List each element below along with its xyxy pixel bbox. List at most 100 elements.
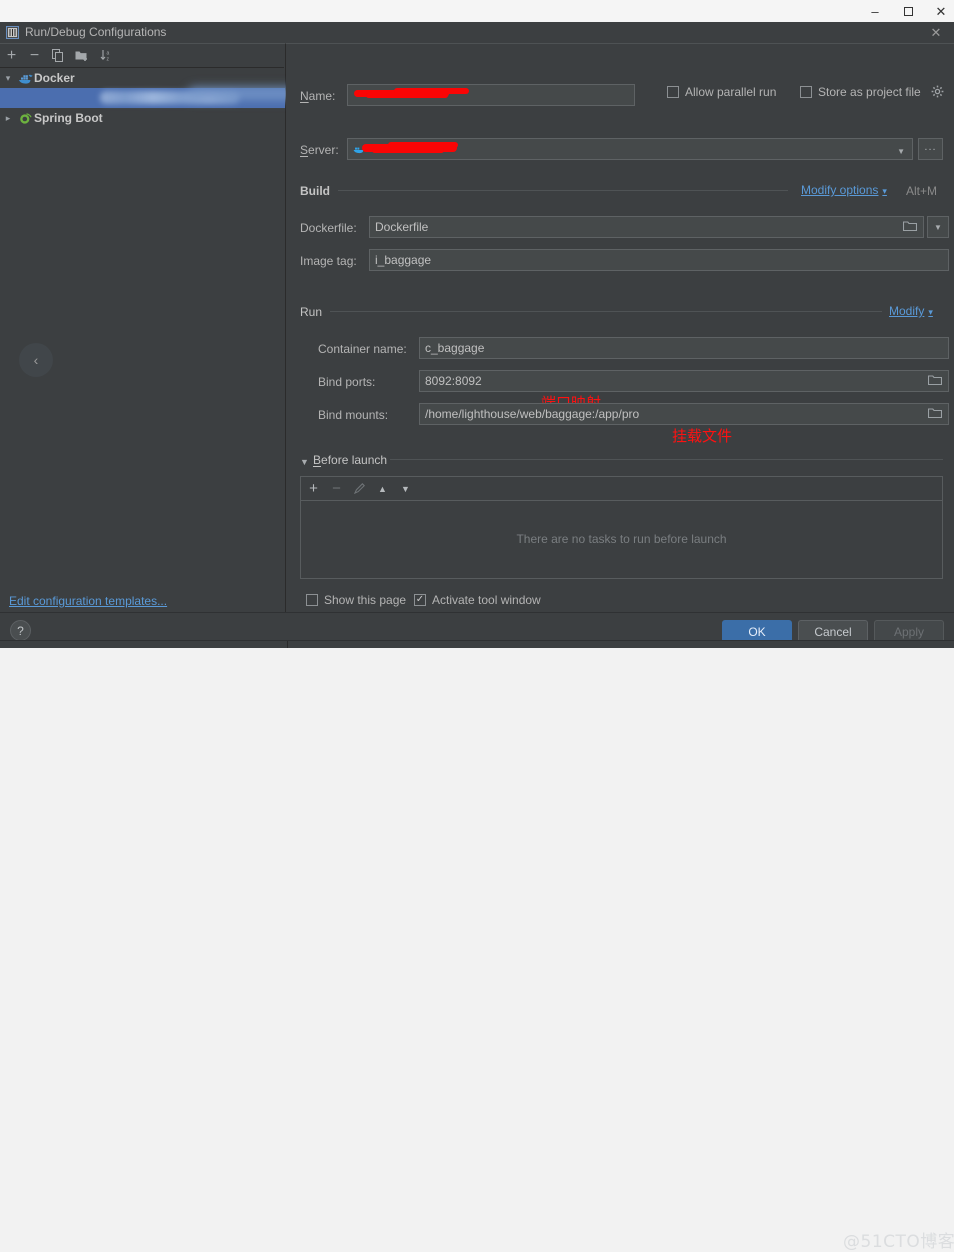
- spring-boot-icon: [16, 112, 34, 125]
- server-label: Server:: [300, 143, 339, 157]
- run-section-divider: [330, 311, 882, 312]
- show-this-page-box: [306, 594, 318, 606]
- redacted-name-3: [366, 93, 448, 98]
- bind-ports-value: 8092:8092: [425, 374, 482, 388]
- add-task-icon[interactable]: +: [304, 479, 323, 498]
- bind-mounts-label: Bind mounts:: [318, 408, 389, 422]
- tree-node-spring-boot[interactable]: ▸ Spring Boot: [0, 108, 285, 128]
- sort-az-icon[interactable]: a z: [97, 46, 116, 65]
- ok-label: OK: [748, 625, 766, 639]
- modify-label: Modify: [889, 304, 925, 318]
- run-debug-configurations-dialog: Run/Debug Configurations ✕ + − a z ▾ Doc…: [0, 22, 954, 1252]
- os-window: – ✕ Run/Debug Configurations ✕ + − a z ▾…: [0, 0, 954, 1252]
- run-section-title: Run: [300, 305, 323, 319]
- gear-icon[interactable]: [931, 85, 944, 101]
- redacted-server-3: [372, 148, 444, 153]
- chevron-right-icon[interactable]: ▸: [0, 113, 16, 124]
- activate-tool-window-checkbox[interactable]: ✓ Activate tool window: [414, 593, 541, 607]
- redacted-config-name-inner: [188, 87, 300, 100]
- chevron-left-icon: ‹: [33, 352, 39, 368]
- store-as-project-file-checkbox[interactable]: Store as project file: [800, 85, 921, 99]
- folder-icon[interactable]: [927, 407, 943, 422]
- activate-tool-window-box: ✓: [414, 594, 426, 606]
- collapse-sidebar-button[interactable]: ‹: [19, 343, 53, 377]
- watermark: @51CTO博客: [843, 1232, 954, 1252]
- server-label-mnemonic: S: [300, 143, 309, 157]
- store-as-project-file-label: Store as project file: [818, 85, 921, 99]
- dialog-close-icon[interactable]: ✕: [927, 24, 945, 41]
- folder-icon[interactable]: [902, 220, 918, 235]
- tree-node-label: Spring Boot: [34, 111, 103, 125]
- container-name-input[interactable]: c_baggage: [419, 337, 949, 359]
- folder-add-icon[interactable]: [72, 46, 91, 65]
- name-input[interactable]: [347, 84, 635, 106]
- bind-ports-input[interactable]: 8092:8092: [419, 370, 949, 392]
- close-icon[interactable]: ✕: [926, 0, 954, 22]
- add-configuration-icon[interactable]: +: [2, 46, 21, 65]
- store-as-project-file-box: [800, 86, 812, 98]
- maximize-glyph: [903, 6, 913, 16]
- remove-task-icon: −: [332, 480, 341, 497]
- allow-parallel-run-checkbox[interactable]: Allow parallel run: [667, 85, 776, 99]
- image-tag-label: Image tag:: [300, 254, 357, 268]
- build-section-title: Build: [300, 184, 330, 198]
- modify-options-shortcut: Alt+M: [906, 184, 938, 198]
- configurations-tree: ▾ Docker ▸ Spring Boot: [0, 68, 300, 128]
- dockerfile-dropdown-button[interactable]: ▼: [927, 216, 949, 238]
- dockerfile-input[interactable]: Dockerfile: [369, 216, 924, 238]
- edit-configuration-templates-link[interactable]: Edit configuration templates...: [9, 594, 167, 608]
- chevron-down-icon[interactable]: ▾: [0, 73, 16, 84]
- container-name-label: Container name:: [318, 342, 407, 356]
- remove-configuration-icon[interactable]: −: [25, 46, 44, 65]
- tree-node-label: Docker: [34, 71, 75, 85]
- dockerfile-label: Dockerfile:: [300, 221, 357, 235]
- bind-mounts-input[interactable]: /home/lighthouse/web/baggage:/app/pro: [419, 403, 949, 425]
- image-tag-value: i_baggage: [375, 253, 432, 267]
- container-name-value: c_baggage: [425, 341, 485, 355]
- move-down-icon[interactable]: ▼: [396, 479, 415, 498]
- dockerfile-value: Dockerfile: [375, 220, 429, 234]
- idea-run-config-icon: [6, 26, 19, 39]
- modify-options-label: Modify options: [801, 183, 879, 197]
- svg-text:z: z: [106, 57, 109, 63]
- copy-configuration-icon[interactable]: [48, 46, 67, 65]
- bind-mounts-value: /home/lighthouse/web/baggage:/app/pro: [425, 407, 640, 421]
- before-launch-collapse-icon[interactable]: ▼: [300, 457, 309, 467]
- annotation-mount-file: 挂载文件: [672, 427, 733, 445]
- server-browse-button[interactable]: ...: [918, 138, 943, 160]
- modify-link[interactable]: Modify ▾: [889, 304, 933, 318]
- configuration-form: Name: Allow parallel run Store as projec…: [286, 43, 954, 613]
- chevron-down-icon[interactable]: ▼: [897, 147, 905, 156]
- minimize-glyph: –: [871, 3, 879, 19]
- server-combobox[interactable]: ▼: [347, 138, 913, 160]
- tree-node-docker[interactable]: ▾ Docker: [0, 68, 285, 88]
- close-glyph: ✕: [935, 3, 947, 19]
- apply-label: Apply: [893, 625, 925, 639]
- before-launch-task-list: + − ▲ ▼ There are no tasks to run before…: [300, 476, 943, 579]
- chevron-down-icon: ▾: [882, 186, 887, 196]
- name-label-mnemonic: N: [300, 89, 309, 103]
- maximize-icon[interactable]: [893, 0, 923, 22]
- before-launch-divider: [390, 459, 943, 460]
- bind-ports-label: Bind ports:: [318, 375, 376, 389]
- server-browse-label: ...: [924, 141, 937, 153]
- before-launch-title: Before launch: [313, 453, 388, 467]
- modify-options-link[interactable]: Modify options ▾: [801, 183, 887, 197]
- help-button[interactable]: ?: [10, 620, 31, 641]
- before-launch-mnemonic: B: [313, 453, 322, 467]
- move-up-icon[interactable]: ▲: [373, 479, 392, 498]
- show-this-page-checkbox[interactable]: Show this page: [306, 593, 406, 607]
- docker-icon: [16, 72, 34, 85]
- folder-icon[interactable]: [927, 374, 943, 389]
- allow-parallel-run-box: [667, 86, 679, 98]
- tree-node-selected-config[interactable]: [0, 87, 300, 108]
- configurations-sidebar: + − a z ▾ Docker ▸ Spring Boot ‹ Edit co…: [0, 43, 300, 613]
- sidebar-toolbar: + − a z: [0, 44, 284, 68]
- before-launch-toolbar: + − ▲ ▼: [301, 477, 942, 501]
- minimize-icon[interactable]: –: [860, 0, 890, 22]
- chevron-down-icon: ▾: [928, 307, 933, 317]
- before-launch-empty-text: There are no tasks to run before launch: [516, 532, 727, 546]
- name-label: Name:: [300, 89, 336, 103]
- os-titlebar: – ✕: [0, 0, 954, 23]
- image-tag-input[interactable]: i_baggage: [369, 249, 949, 271]
